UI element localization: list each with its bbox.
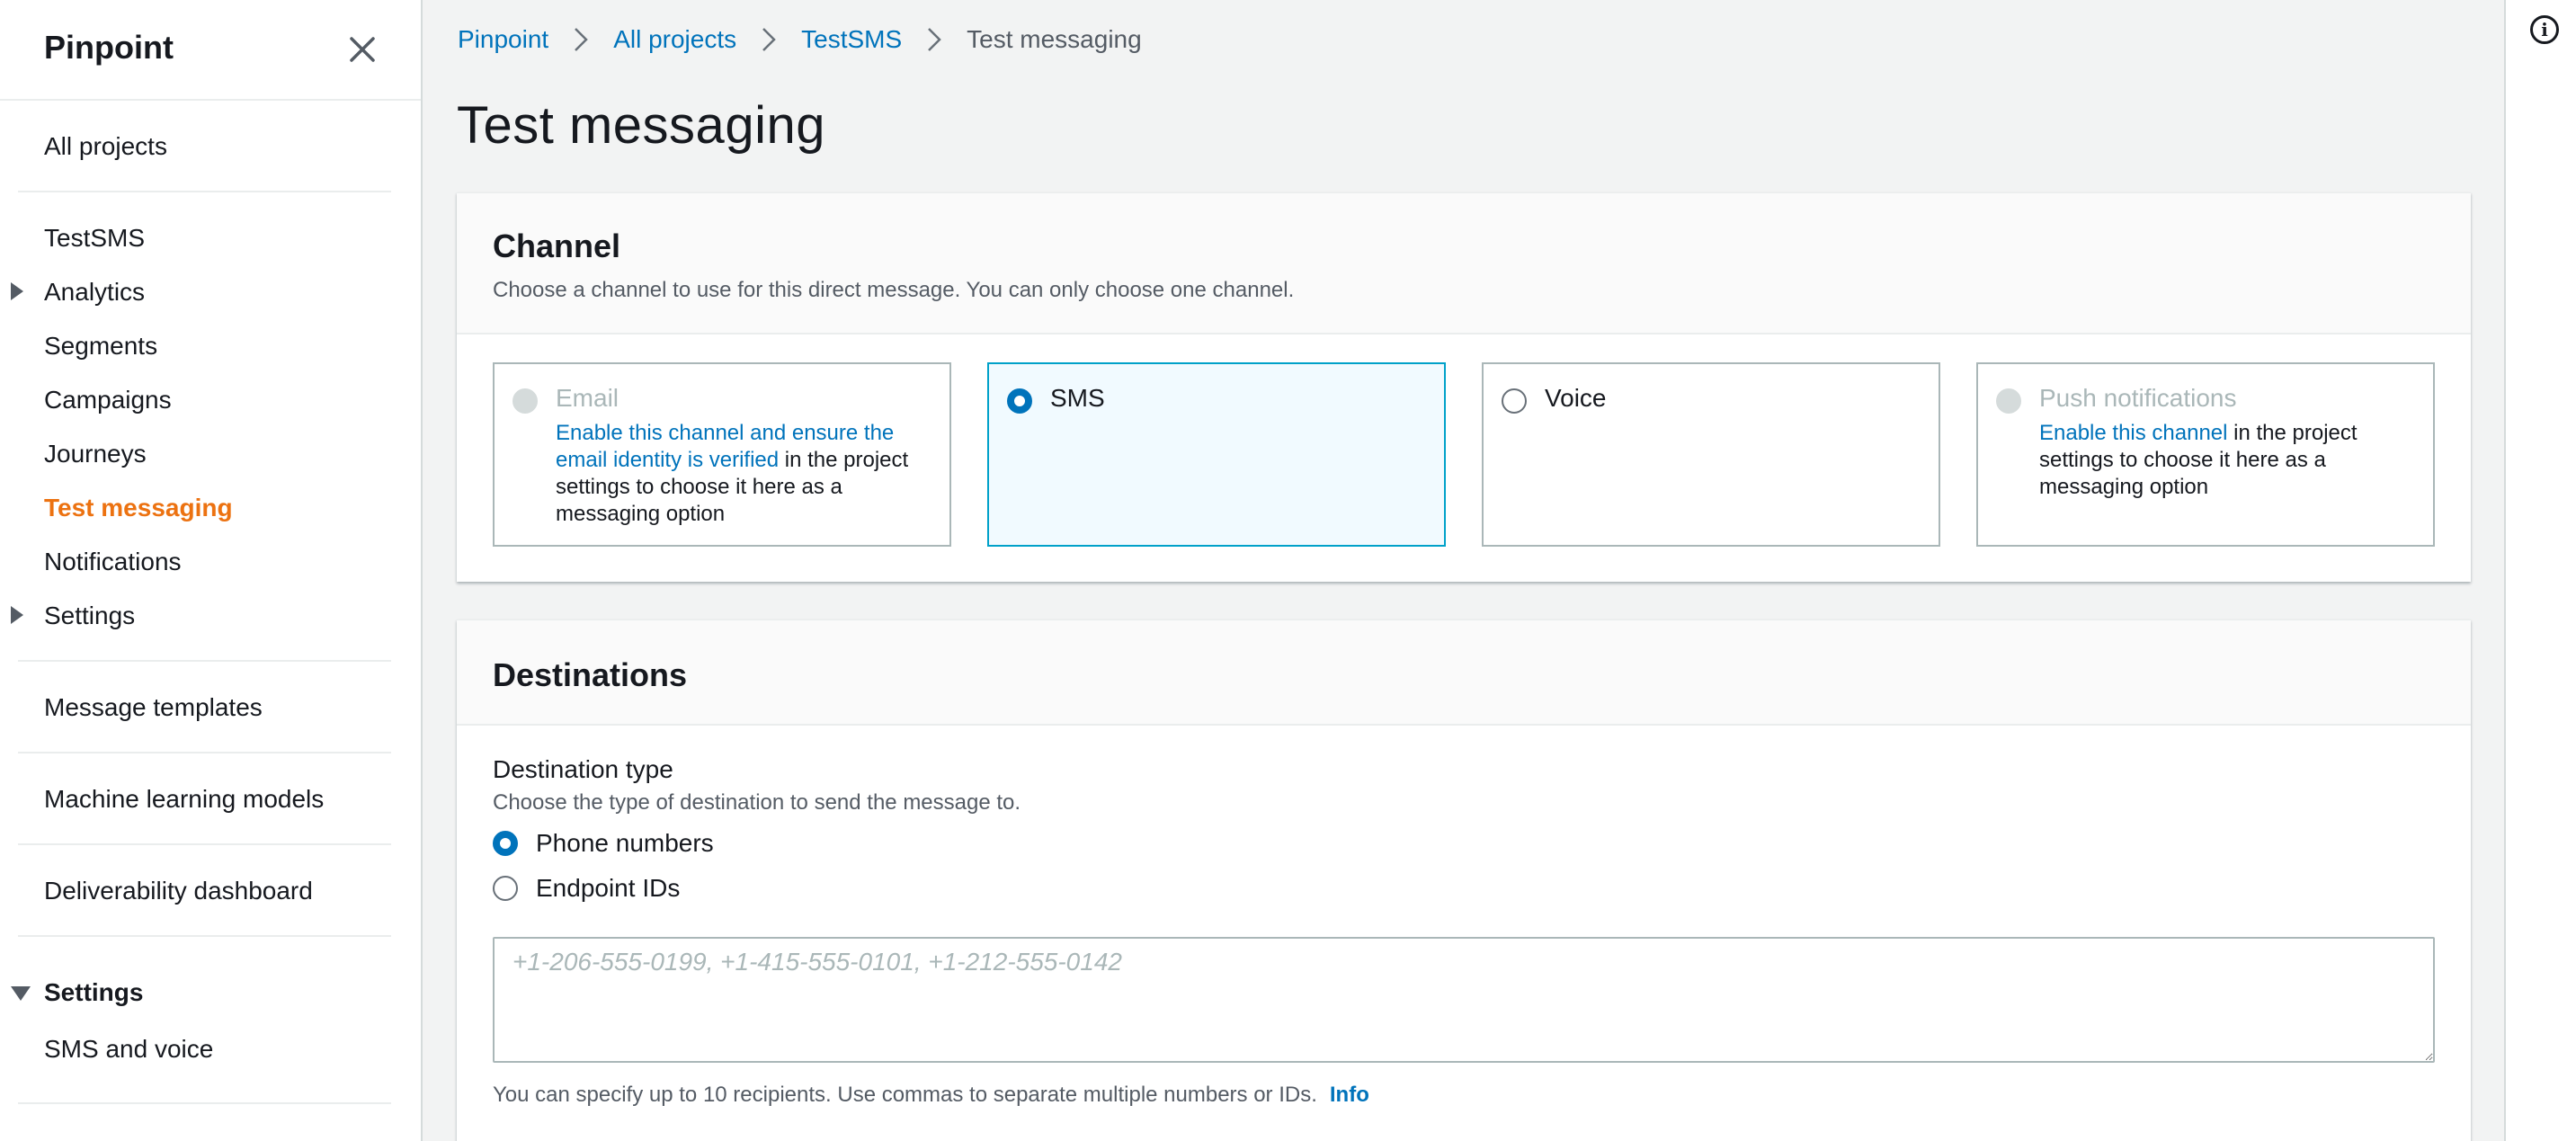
sidebar-item-all-projects[interactable]: All projects bbox=[44, 130, 167, 163]
endpoint-ids-label: Endpoint IDs bbox=[536, 874, 681, 902]
sidebar-item-message-templates[interactable]: Message templates bbox=[44, 691, 263, 724]
email-radio bbox=[513, 388, 538, 414]
voice-label: Voice bbox=[1545, 384, 1607, 412]
sidebar-divider bbox=[18, 935, 391, 937]
sidebar-item-notifications[interactable]: Notifications bbox=[44, 546, 182, 578]
sidebar-section-settings[interactable]: Settings bbox=[44, 976, 143, 1009]
page-title: Test messaging bbox=[457, 96, 825, 155]
destinations-constraint: You can specify up to 10 recipients. Use… bbox=[493, 1083, 1369, 1108]
push-hint: Enable this channel in the project setti… bbox=[2039, 420, 2421, 501]
chevron-right-icon bbox=[762, 27, 776, 52]
push-label: Push notifications bbox=[2039, 384, 2237, 412]
sidebar-item-project[interactable]: TestSMS bbox=[44, 222, 145, 254]
email-hint: Enable this channel and ensure the email… bbox=[556, 420, 938, 528]
caret-right-icon[interactable] bbox=[11, 282, 23, 300]
breadcrumb-current: Test messaging bbox=[967, 25, 1142, 53]
sidebar-divider bbox=[18, 752, 391, 753]
sidebar-divider bbox=[18, 191, 391, 192]
push-radio bbox=[1996, 388, 2021, 414]
caret-right-icon[interactable] bbox=[11, 606, 23, 624]
email-label: Email bbox=[556, 384, 619, 412]
channel-tile-sms[interactable]: SMS bbox=[987, 362, 1446, 547]
breadcrumb: Pinpoint All projects TestSMS Test messa… bbox=[458, 22, 1142, 58]
info-icon[interactable]: i bbox=[2530, 15, 2559, 44]
sidebar-item-journeys[interactable]: Journeys bbox=[44, 438, 147, 470]
caret-down-icon[interactable] bbox=[11, 986, 31, 1001]
destinations-title: Destinations bbox=[493, 656, 688, 693]
sidebar-divider bbox=[18, 660, 391, 662]
destination-type-description: Choose the type of destination to send t… bbox=[493, 790, 1021, 815]
voice-radio[interactable] bbox=[1502, 388, 1527, 414]
breadcrumb-project[interactable]: TestSMS bbox=[801, 25, 902, 54]
sidebar-title: Pinpoint bbox=[44, 29, 174, 66]
breadcrumb-all-projects[interactable]: All projects bbox=[613, 25, 736, 54]
sidebar-divider bbox=[18, 1102, 391, 1104]
info-link[interactable]: Info bbox=[1330, 1083, 1369, 1107]
sidebar-item-analytics[interactable]: Analytics bbox=[44, 276, 145, 308]
push-enable-link[interactable]: Enable this channel bbox=[2039, 421, 2227, 445]
sidebar-divider bbox=[18, 843, 391, 845]
destinations-panel: Destinations Destination type Choose the… bbox=[457, 620, 2471, 1141]
destinations-input[interactable] bbox=[493, 937, 2435, 1063]
option-phone-numbers[interactable]: Phone numbers bbox=[493, 827, 714, 860]
destination-type-label: Destination type bbox=[493, 755, 673, 783]
tools-panel: i bbox=[2504, 0, 2576, 1141]
sms-label: SMS bbox=[1050, 384, 1105, 412]
breadcrumb-pinpoint[interactable]: Pinpoint bbox=[458, 25, 548, 54]
channel-description: Choose a channel to use for this direct … bbox=[493, 278, 1295, 302]
sidebar-item-segments[interactable]: Segments bbox=[44, 330, 157, 362]
sidebar-item-settings[interactable]: Settings bbox=[44, 600, 135, 632]
channel-panel: Channel Choose a channel to use for this… bbox=[457, 192, 2471, 582]
phone-numbers-label: Phone numbers bbox=[536, 829, 714, 857]
side-navigation: Pinpoint All projects TestSMS Analytics … bbox=[0, 0, 423, 1141]
sidebar-item-test-messaging[interactable]: Test messaging bbox=[44, 492, 233, 524]
sidebar-item-deliverability[interactable]: Deliverability dashboard bbox=[44, 875, 313, 907]
destinations-constraint-text: You can specify up to 10 recipients. Use… bbox=[493, 1083, 1317, 1107]
endpoint-ids-radio[interactable] bbox=[493, 876, 518, 901]
chevron-right-icon bbox=[927, 27, 941, 52]
channel-panel-header: Channel Choose a channel to use for this… bbox=[457, 193, 2471, 334]
sms-radio[interactable] bbox=[1007, 388, 1032, 414]
close-icon[interactable] bbox=[343, 31, 381, 68]
phone-numbers-radio[interactable] bbox=[493, 831, 518, 856]
sidebar-item-campaigns[interactable]: Campaigns bbox=[44, 384, 172, 416]
sidebar-item-sms-voice[interactable]: SMS and voice bbox=[44, 1033, 213, 1065]
chevron-right-icon bbox=[574, 27, 588, 52]
channel-tile-voice[interactable]: Voice bbox=[1482, 362, 1940, 547]
channel-tile-email: Email Enable this channel and ensure the… bbox=[493, 362, 951, 547]
channel-tile-push: Push notifications Enable this channel i… bbox=[1976, 362, 2435, 547]
destinations-panel-header: Destinations bbox=[457, 620, 2471, 726]
sidebar-header: Pinpoint bbox=[0, 0, 421, 101]
option-endpoint-ids[interactable]: Endpoint IDs bbox=[493, 872, 680, 905]
sidebar-item-ml-models[interactable]: Machine learning models bbox=[44, 783, 324, 816]
channel-title: Channel bbox=[493, 227, 621, 264]
